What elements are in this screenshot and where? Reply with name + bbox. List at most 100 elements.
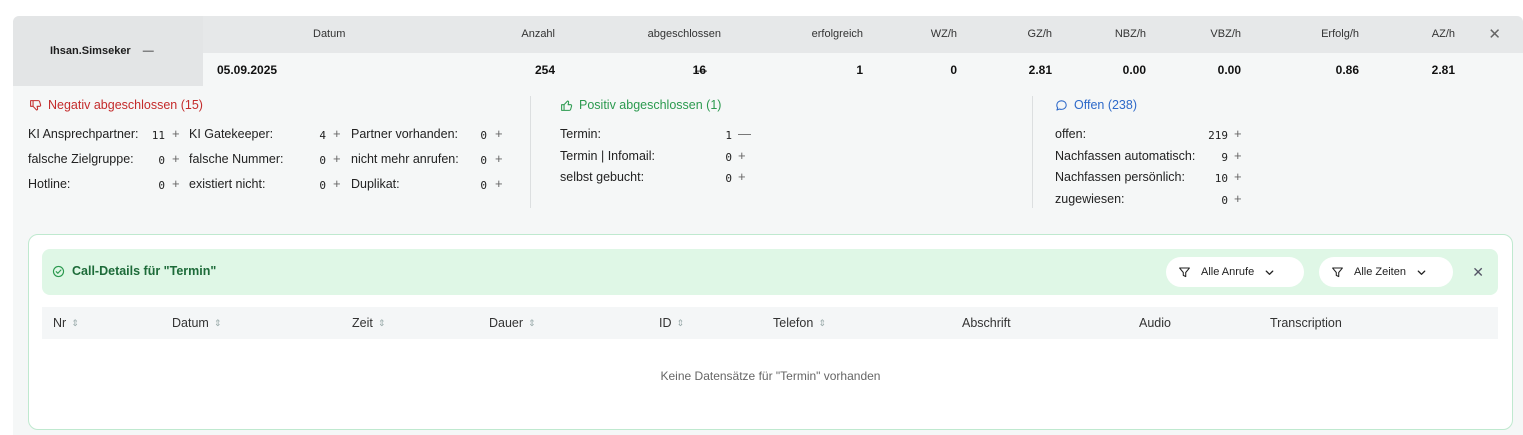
check-circle-icon [52, 265, 65, 277]
plus-icon[interactable]: + [738, 148, 746, 163]
stat-label: nicht mehr anrufen: [351, 152, 459, 166]
column-zeit[interactable]: Zeit ⇕ [352, 316, 385, 330]
stat-label: KI Ansprechpartner: [28, 127, 139, 141]
stat-label: offen: [1055, 127, 1087, 141]
filter-calls-dropdown[interactable]: Alle Anrufe [1166, 257, 1304, 287]
value-nbz-h: 0.00 [1122, 63, 1146, 77]
positive-section-title: Positiv abgeschlossen (1) [560, 98, 721, 112]
chat-bubble-icon [1056, 99, 1067, 111]
abgeschlossen-toggle[interactable]: — [695, 63, 707, 77]
thumbs-down-icon [30, 99, 42, 110]
stat-count: 1 [725, 129, 732, 142]
agent-stats-panel: Ihsan.Simseker — Datum Anzahl abgeschlos… [13, 16, 1523, 435]
col-az-h: AZ/h [1431, 28, 1455, 40]
plus-icon[interactable]: + [495, 151, 503, 166]
value-erfolg-h: 0.86 [1335, 63, 1359, 77]
divider [1032, 96, 1033, 208]
stat-count: 219 [1208, 129, 1228, 142]
column-datum[interactable]: Datum ⇕ [172, 316, 221, 330]
plus-icon[interactable]: + [333, 151, 341, 166]
value-wz-h: 0 [950, 63, 957, 77]
col-erfolgreich: erfolgreich [811, 28, 863, 40]
stat-count: 0 [480, 154, 487, 167]
stat-count: 11 [151, 129, 165, 142]
sort-icon[interactable]: ⇕ [528, 318, 536, 328]
collapse-toggle[interactable]: — [143, 45, 154, 57]
close-icon[interactable]: ✕ [1488, 25, 1501, 43]
stat-count: 0 [1221, 194, 1228, 207]
summary-header-row: Datum Anzahl abgeschlossen erfolgreich W… [203, 16, 1523, 53]
sort-icon[interactable]: ⇕ [677, 318, 685, 328]
plus-icon[interactable]: + [738, 169, 746, 184]
column-abschrift: Abschrift [962, 316, 1011, 330]
filter-times-dropdown[interactable]: Alle Zeiten [1319, 257, 1453, 287]
stat-label: selbst gebucht: [560, 170, 645, 184]
plus-icon[interactable]: + [333, 126, 341, 141]
column-transcription: Transcription [1270, 316, 1342, 330]
plus-icon[interactable]: + [495, 176, 503, 191]
filter-calls-label: Alle Anrufe [1201, 266, 1255, 278]
plus-icon[interactable]: + [172, 126, 180, 141]
stat-label: Nachfassen automatisch: [1055, 149, 1196, 163]
sort-icon[interactable]: ⇕ [818, 318, 826, 328]
plus-icon[interactable]: + [1234, 169, 1242, 184]
stat-count: 0 [319, 154, 326, 167]
column-id[interactable]: ID ⇕ [659, 316, 684, 330]
divider [530, 96, 531, 208]
plus-icon[interactable]: + [333, 176, 341, 191]
value-datum: 05.09.2025 [217, 63, 278, 77]
minus-icon[interactable]: — [738, 126, 751, 141]
stat-count: 0 [158, 154, 165, 167]
stat-label: Duplikat: [351, 177, 400, 191]
stat-count: 10 [1214, 172, 1228, 185]
plus-icon[interactable]: + [172, 151, 180, 166]
col-wz-h: WZ/h [930, 28, 957, 40]
plus-icon[interactable]: + [495, 126, 503, 141]
filter-times-label: Alle Zeiten [1354, 266, 1406, 278]
sort-icon[interactable]: ⇕ [378, 318, 386, 328]
value-anzahl: 254 [534, 63, 555, 77]
call-details-header: Call-Details für "Termin" Alle Anrufe Al… [42, 249, 1498, 295]
sort-icon[interactable]: ⇕ [71, 318, 79, 328]
empty-state-message: Keine Datensätze für "Termin" vorhanden [660, 369, 881, 383]
column-nr[interactable]: Nr ⇕ [53, 316, 79, 330]
stat-label: falsche Nummer: [189, 152, 284, 166]
user-cell: Ihsan.Simseker — [13, 16, 203, 86]
value-vbz-h: 0.00 [1217, 63, 1241, 77]
negative-section-title: Negativ abgeschlossen (15) [29, 98, 203, 112]
thumbs-up-icon [561, 100, 573, 111]
call-details-card: Call-Details für "Termin" Alle Anrufe Al… [28, 234, 1513, 430]
user-name: Ihsan.Simseker [50, 45, 131, 57]
stat-count: 9 [1221, 151, 1228, 164]
value-az-h: 2.81 [1431, 63, 1455, 77]
plus-icon[interactable]: + [1234, 148, 1242, 163]
stat-label: Termin: [560, 127, 601, 141]
stat-label: Hotline: [28, 177, 71, 191]
plus-icon[interactable]: + [1234, 191, 1242, 206]
open-section-title: Offen (238) [1055, 98, 1137, 112]
stat-label: falsche Zielgruppe: [28, 152, 134, 166]
value-erfolgreich: 1 [856, 63, 863, 77]
plus-icon[interactable]: + [1234, 126, 1242, 141]
stat-label: KI Gatekeeper: [189, 127, 274, 141]
column-dauer[interactable]: Dauer ⇕ [489, 316, 536, 330]
value-gz-h: 2.81 [1028, 63, 1052, 77]
stat-count: 0 [480, 179, 487, 192]
stat-count: 0 [725, 172, 732, 185]
stat-count: 0 [319, 179, 326, 192]
sort-icon[interactable]: ⇕ [214, 318, 222, 328]
col-erfolg-h: Erfolg/h [1321, 28, 1359, 40]
stat-label: Termin | Infomail: [560, 149, 655, 163]
table-header: Nr ⇕ Datum ⇕ Zeit ⇕ Dauer ⇕ ID ⇕ Telefon ⇕ Abs… [42, 307, 1498, 339]
col-anzahl: Anzahl [521, 28, 555, 40]
close-icon[interactable]: ✕ [1472, 264, 1484, 281]
plus-icon[interactable]: + [172, 176, 180, 191]
filter-icon [1179, 267, 1190, 277]
stat-count: 0 [725, 151, 732, 164]
stat-label: zugewiesen: [1055, 192, 1125, 206]
stat-label: Nachfassen persönlich: [1055, 170, 1185, 184]
call-details-title: Call-Details für "Termin" [52, 264, 216, 278]
column-telefon[interactable]: Telefon ⇕ [773, 316, 826, 330]
stat-label: Partner vorhanden: [351, 127, 459, 141]
col-vbz-h: VBZ/h [1210, 28, 1241, 40]
